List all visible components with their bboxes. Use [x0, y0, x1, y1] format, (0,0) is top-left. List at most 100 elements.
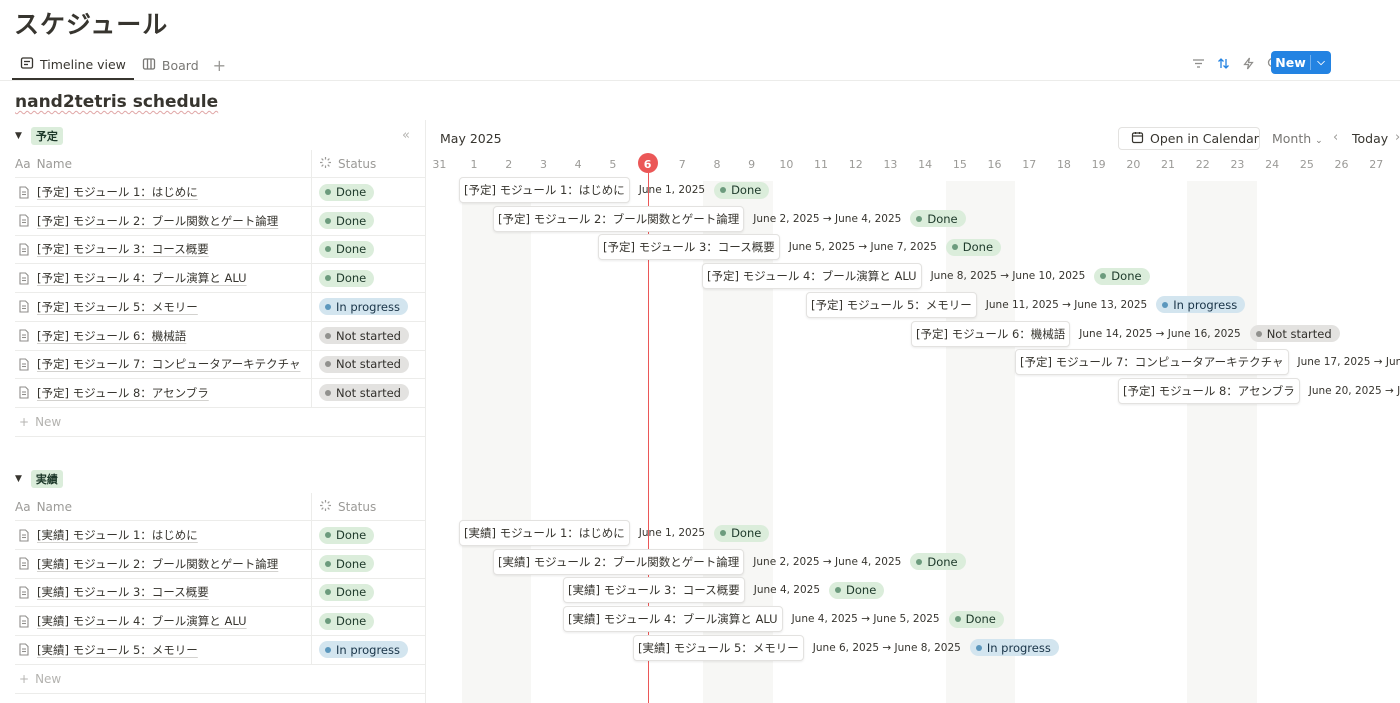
timeline-bar-card[interactable]: [予定] モジュール 1：はじめに — [459, 177, 630, 203]
timeline-bar-card[interactable]: [予定] モジュール 6：機械語 — [911, 320, 1071, 347]
table-row[interactable]: [予定] モジュール 5：メモリー In progress — [15, 292, 426, 322]
status-spinner-icon — [319, 499, 332, 515]
table-row[interactable]: [予定] モジュール 2：ブール関数とゲート論理 Done — [15, 206, 426, 236]
chevron-left-icon[interactable]: ‹ — [1333, 130, 1338, 145]
timeline-bar[interactable]: [実績] モジュール 4：ブール演算と ALU June 4, 2025 → J… — [563, 606, 1004, 633]
status-badge: Done — [948, 610, 1004, 628]
day-label: 31 — [432, 158, 447, 171]
column-status[interactable]: Status — [312, 499, 376, 515]
open-in-calendar-button[interactable]: Open in Calendar — [1118, 127, 1260, 150]
row-status-cell[interactable]: Done — [312, 240, 375, 258]
chevron-down-icon[interactable]: ⌵ — [1311, 57, 1331, 68]
row-name-cell[interactable]: [実績] モジュール 4：ブール演算と ALU — [15, 607, 312, 636]
zoom-select[interactable]: Month ⌄ — [1272, 131, 1323, 146]
row-name-cell[interactable]: [実績] モジュール 5：メモリー — [15, 635, 312, 664]
column-name[interactable]: Aa Name — [15, 150, 312, 177]
tab-timeline-view[interactable]: Timeline view — [12, 50, 134, 80]
table-row[interactable]: [予定] モジュール 3：コース概要 Done — [15, 235, 426, 265]
timeline-bar[interactable]: [実績] モジュール 3：コース概要 June 4, 2025 Done — [563, 577, 885, 604]
day-label: 8 — [713, 158, 721, 171]
row-name-cell[interactable]: [予定] モジュール 4：ブール演算と ALU — [15, 264, 312, 293]
sort-icon[interactable] — [1215, 55, 1232, 72]
page-icon — [19, 300, 29, 313]
row-status-cell[interactable]: Not started — [312, 327, 409, 344]
add-row-button[interactable]: + New — [15, 665, 426, 694]
row-name-cell[interactable]: [予定] モジュール 3：コース概要 — [15, 235, 312, 264]
row-status-cell[interactable]: Done — [312, 555, 375, 573]
row-status-cell[interactable]: Not started — [312, 384, 409, 402]
timeline-bar-card[interactable]: [予定] モジュール 4：ブール演算と ALU — [702, 263, 922, 290]
row-name-cell[interactable]: [予定] モジュール 6：機械語 — [15, 321, 312, 350]
timeline-bar-card[interactable]: [予定] モジュール 7：コンピュータアーキテクチャ — [1015, 349, 1289, 376]
table-row[interactable]: [実績] モジュール 3：コース概要 Done — [15, 578, 426, 608]
table-row[interactable]: [実績] モジュール 2：ブール関数とゲート論理 Done — [15, 549, 426, 579]
add-view-plus-icon[interactable]: + — [207, 56, 232, 75]
column-name[interactable]: Aa Name — [15, 493, 312, 520]
row-status-cell[interactable]: Done — [312, 183, 375, 201]
column-header: Aa Name Status — [15, 150, 426, 178]
timeline-bar[interactable]: [予定] モジュール 6：機械語 June 14, 2025 → June 16… — [911, 320, 1340, 347]
triangle-down-icon[interactable]: ▼ — [15, 474, 22, 484]
table-row[interactable]: [予定] モジュール 8：アセンブラ Not started — [15, 378, 426, 408]
table-row[interactable]: [予定] モジュール 4：ブール演算と ALU Done — [15, 264, 426, 294]
timeline-bar-dates: June 1, 2025 — [638, 527, 706, 539]
table-row[interactable]: [予定] モジュール 7：コンピュータアーキテクチャ Not started — [15, 350, 426, 380]
timeline-bar-card[interactable]: [予定] モジュール 8：アセンブラ — [1118, 377, 1300, 404]
new-button[interactable]: New ⌵ — [1271, 51, 1331, 74]
timeline-bar-dates: June 4, 2025 — [753, 584, 821, 597]
timeline-bar[interactable]: [予定] モジュール 8：アセンブラ June 20, 2025 → June … — [1118, 377, 1400, 404]
row-status-cell[interactable]: Done — [312, 612, 375, 630]
day-label: 6 — [643, 158, 652, 171]
row-status-cell[interactable]: Not started — [312, 355, 409, 373]
row-status-cell[interactable]: Done — [312, 583, 375, 601]
table-row[interactable]: [予定] モジュール 6：機械語 Not started — [15, 321, 426, 351]
row-name-cell[interactable]: [予定] モジュール 7：コンピュータアーキテクチャ — [15, 350, 312, 379]
filter-icon[interactable] — [1190, 55, 1207, 72]
timeline-bar-card[interactable]: [実績] モジュール 3：コース概要 — [563, 577, 745, 604]
page-icon — [19, 272, 29, 285]
timeline-bar-card[interactable]: [実績] モジュール 1：はじめに — [459, 520, 630, 546]
timeline-bar-dates: June 17, 2025 → June 19, — [1297, 356, 1400, 369]
triangle-down-icon[interactable]: ▼ — [15, 131, 22, 141]
timeline-bar-card[interactable]: [実績] モジュール 5：メモリー — [633, 634, 804, 661]
row-name-cell[interactable]: [実績] モジュール 3：コース概要 — [15, 578, 312, 607]
row-status-cell[interactable]: Done — [312, 269, 375, 287]
text-property-icon: Aa — [15, 156, 31, 171]
timeline-bar[interactable]: [予定] モジュール 3：コース概要 June 5, 2025 → June 7… — [598, 234, 1002, 261]
timeline-bar-card[interactable]: [予定] モジュール 2：ブール関数とゲート論理 — [493, 205, 745, 232]
add-row-button[interactable]: + New — [15, 408, 426, 437]
timeline-bar[interactable]: [実績] モジュール 1：はじめに June 1, 2025 Done — [459, 520, 770, 546]
collapse-panel-icon[interactable]: « — [402, 128, 410, 143]
column-status[interactable]: Status — [312, 156, 376, 172]
automation-icon[interactable] — [1240, 55, 1257, 72]
timeline-bar-card[interactable]: [予定] モジュール 5：メモリー — [806, 291, 977, 318]
table-row[interactable]: [実績] モジュール 4：ブール演算と ALU Done — [15, 607, 426, 637]
chevron-down-icon: ⌄ — [1315, 136, 1323, 146]
timeline-bar[interactable]: [予定] モジュール 7：コンピュータアーキテクチャ June 17, 2025… — [1015, 349, 1400, 376]
table-row[interactable]: [予定] モジュール 1：はじめに Done — [15, 178, 426, 207]
row-name-cell[interactable]: [予定] モジュール 2：ブール関数とゲート論理 — [15, 206, 312, 235]
timeline-bar[interactable]: [予定] モジュール 2：ブール関数とゲート論理 June 2, 2025 → … — [493, 205, 966, 232]
timeline-bar[interactable]: [実績] モジュール 5：メモリー June 6, 2025 → June 8,… — [633, 634, 1059, 661]
table-row[interactable]: [実績] モジュール 1：はじめに Done — [15, 521, 426, 550]
row-status-cell[interactable]: Done — [312, 526, 375, 544]
timeline-bar-card[interactable]: [予定] モジュール 3：コース概要 — [598, 234, 780, 261]
row-name-cell[interactable]: [予定] モジュール 1：はじめに — [15, 178, 312, 206]
tab-board[interactable]: Board — [134, 50, 207, 80]
row-status-cell[interactable]: In progress — [312, 298, 408, 316]
row-name-cell[interactable]: [実績] モジュール 1：はじめに — [15, 521, 312, 549]
today-button[interactable]: Today — [1352, 131, 1388, 146]
row-status-cell[interactable]: Done — [312, 212, 375, 230]
row-status-cell[interactable]: In progress — [312, 641, 408, 659]
table-row[interactable]: [実績] モジュール 5：メモリー In progress — [15, 635, 426, 665]
timeline-bar-card[interactable]: [実績] モジュール 2：ブール関数とゲート論理 — [493, 548, 745, 575]
timeline-bar[interactable]: [予定] モジュール 1：はじめに June 1, 2025 Done — [459, 177, 770, 203]
timeline-bar[interactable]: [予定] モジュール 4：ブール演算と ALU June 8, 2025 → J… — [702, 263, 1150, 290]
row-name-cell[interactable]: [実績] モジュール 2：ブール関数とゲート論理 — [15, 549, 312, 578]
row-name-cell[interactable]: [予定] モジュール 8：アセンブラ — [15, 378, 312, 407]
row-name-cell[interactable]: [予定] モジュール 5：メモリー — [15, 292, 312, 321]
timeline-bar[interactable]: [予定] モジュール 5：メモリー June 11, 2025 → June 1… — [806, 291, 1246, 318]
chevron-right-icon[interactable]: › — [1395, 130, 1400, 145]
timeline-bar[interactable]: [実績] モジュール 2：ブール関数とゲート論理 June 2, 2025 → … — [493, 548, 966, 575]
timeline-bar-card[interactable]: [実績] モジュール 4：ブール演算と ALU — [563, 606, 783, 633]
